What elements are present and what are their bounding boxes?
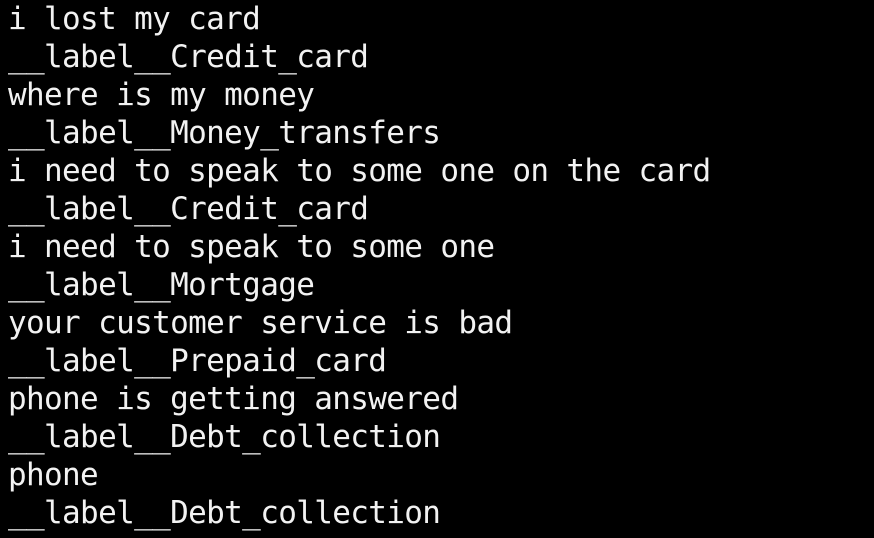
- output-text-line: where is my money: [8, 77, 315, 113]
- output-label-line: __label__Credit_card: [8, 191, 369, 227]
- output-text-line: i lost my card: [8, 1, 261, 37]
- output-label-line: __label__Money_transfers: [8, 115, 441, 151]
- output-label-line: __label__Prepaid_card: [8, 343, 387, 379]
- output-label-line: __label__Debt_collection: [8, 495, 441, 531]
- output-text-line: i need to speak to some one: [8, 229, 495, 265]
- output-label-line: __label__Credit_card: [8, 39, 369, 75]
- output-text-line: your customer service is bad: [8, 305, 513, 341]
- output-text-line: phone is getting answered: [8, 381, 459, 417]
- output-label-line: __label__Mortgage: [8, 267, 315, 303]
- output-text-line: i need to speak to some one on the card: [8, 153, 711, 189]
- output-label-line: __label__Debt_collection: [8, 419, 441, 455]
- terminal-output-pane[interactable]: i lost my card __label__Credit_card where …: [0, 0, 874, 538]
- output-text-line: phone: [8, 457, 99, 493]
